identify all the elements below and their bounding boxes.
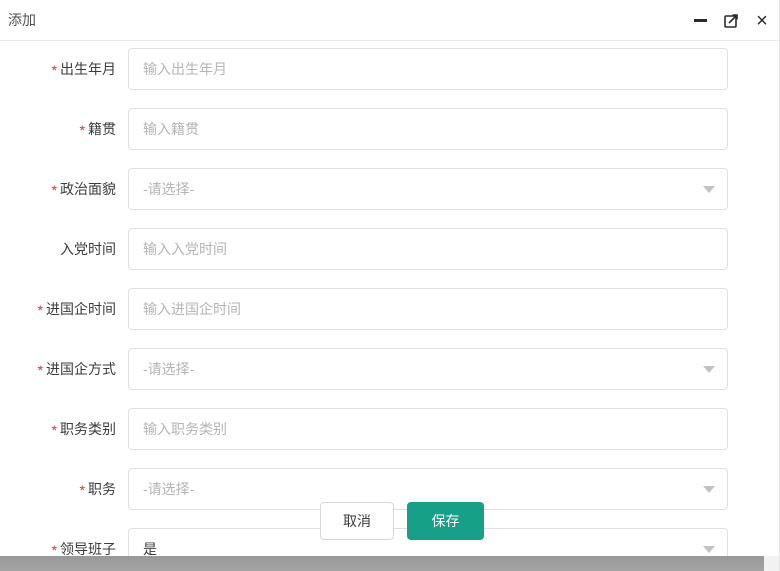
field-label: * 出生年月 xyxy=(0,59,116,79)
field-label-text: 政治面貌 xyxy=(60,181,116,197)
add-dialog: 添加 × *出生年月 *籍贯 xyxy=(0,0,780,571)
required-asterisk: * xyxy=(37,302,43,319)
required-asterisk: * xyxy=(37,362,43,379)
maximize-icon xyxy=(723,14,738,28)
field-input[interactable] xyxy=(128,408,728,450)
field-label: * 职务 xyxy=(0,479,116,499)
field-input[interactable] xyxy=(128,228,728,270)
dialog-footer: 取消 保存 xyxy=(320,502,484,540)
field-select[interactable]: -请选择- xyxy=(128,348,728,390)
field-label: * 进国企方式 xyxy=(0,359,116,379)
form-row: * 职务类别 xyxy=(0,408,779,450)
form-row: * 进国企时间 xyxy=(0,288,779,330)
field-select[interactable]: -请选择- xyxy=(128,168,728,210)
field-label-text: 出生年月 xyxy=(60,61,116,77)
form-row: * 籍贯 xyxy=(0,108,779,150)
field-label: * 政治面貌 xyxy=(0,179,116,199)
save-button[interactable]: 保存 xyxy=(407,502,484,540)
window-controls: × xyxy=(689,0,773,41)
field-input[interactable] xyxy=(128,48,728,90)
minimize-icon xyxy=(693,19,707,22)
field-label: * 进国企时间 xyxy=(0,299,116,319)
field-label: * 籍贯 xyxy=(0,119,116,139)
select-value: -请选择- xyxy=(143,181,195,197)
close-button[interactable]: × xyxy=(751,10,773,32)
maximize-button[interactable] xyxy=(720,10,742,32)
field-cell: -请选择- xyxy=(128,348,728,390)
field-input[interactable] xyxy=(128,108,728,150)
field-cell xyxy=(128,48,728,90)
form-row: * 出生年月 xyxy=(0,48,779,90)
form-row: 入党时间 xyxy=(0,228,779,270)
select-value: -请选择- xyxy=(143,361,195,377)
dialog-header: 添加 × xyxy=(0,0,779,41)
cancel-button[interactable]: 取消 xyxy=(320,502,394,540)
field-label: * 职务类别 xyxy=(0,419,116,439)
field-cell xyxy=(128,408,728,450)
field-label-text: 入党时间 xyxy=(60,241,116,257)
horizontal-scrollbar-thumb[interactable] xyxy=(0,556,764,571)
required-asterisk: * xyxy=(51,182,57,199)
field-label-text: 职务 xyxy=(88,481,116,497)
required-asterisk: * xyxy=(79,482,85,499)
field-cell xyxy=(128,288,728,330)
required-asterisk: * xyxy=(79,122,85,139)
field-label-text: 职务类别 xyxy=(60,421,116,437)
field-label-text: 进国企方式 xyxy=(46,361,116,377)
field-label-text: 领导班子 xyxy=(60,541,116,557)
form-row: * 政治面貌 -请选择- xyxy=(0,168,779,210)
close-icon: × xyxy=(756,9,768,32)
field-cell: -请选择- xyxy=(128,168,728,210)
field-input[interactable] xyxy=(128,288,728,330)
horizontal-scrollbar[interactable] xyxy=(0,556,779,571)
dialog-title: 添加 xyxy=(8,12,36,28)
field-cell xyxy=(128,108,728,150)
field-label: 入党时间 xyxy=(0,239,116,259)
field-label-text: 进国企时间 xyxy=(46,301,116,317)
field-cell xyxy=(128,228,728,270)
form-row: * 进国企方式 -请选择- xyxy=(0,348,779,390)
form-body: *出生年月 *籍贯 *政治面貌 -请选择- 入党时间 *进国企时间 *进国企方式… xyxy=(0,41,779,571)
select-value: -请选择- xyxy=(143,481,195,497)
field-label-text: 籍贯 xyxy=(88,121,116,137)
required-asterisk: * xyxy=(51,422,57,439)
minimize-button[interactable] xyxy=(689,10,711,32)
required-asterisk: * xyxy=(51,62,57,79)
